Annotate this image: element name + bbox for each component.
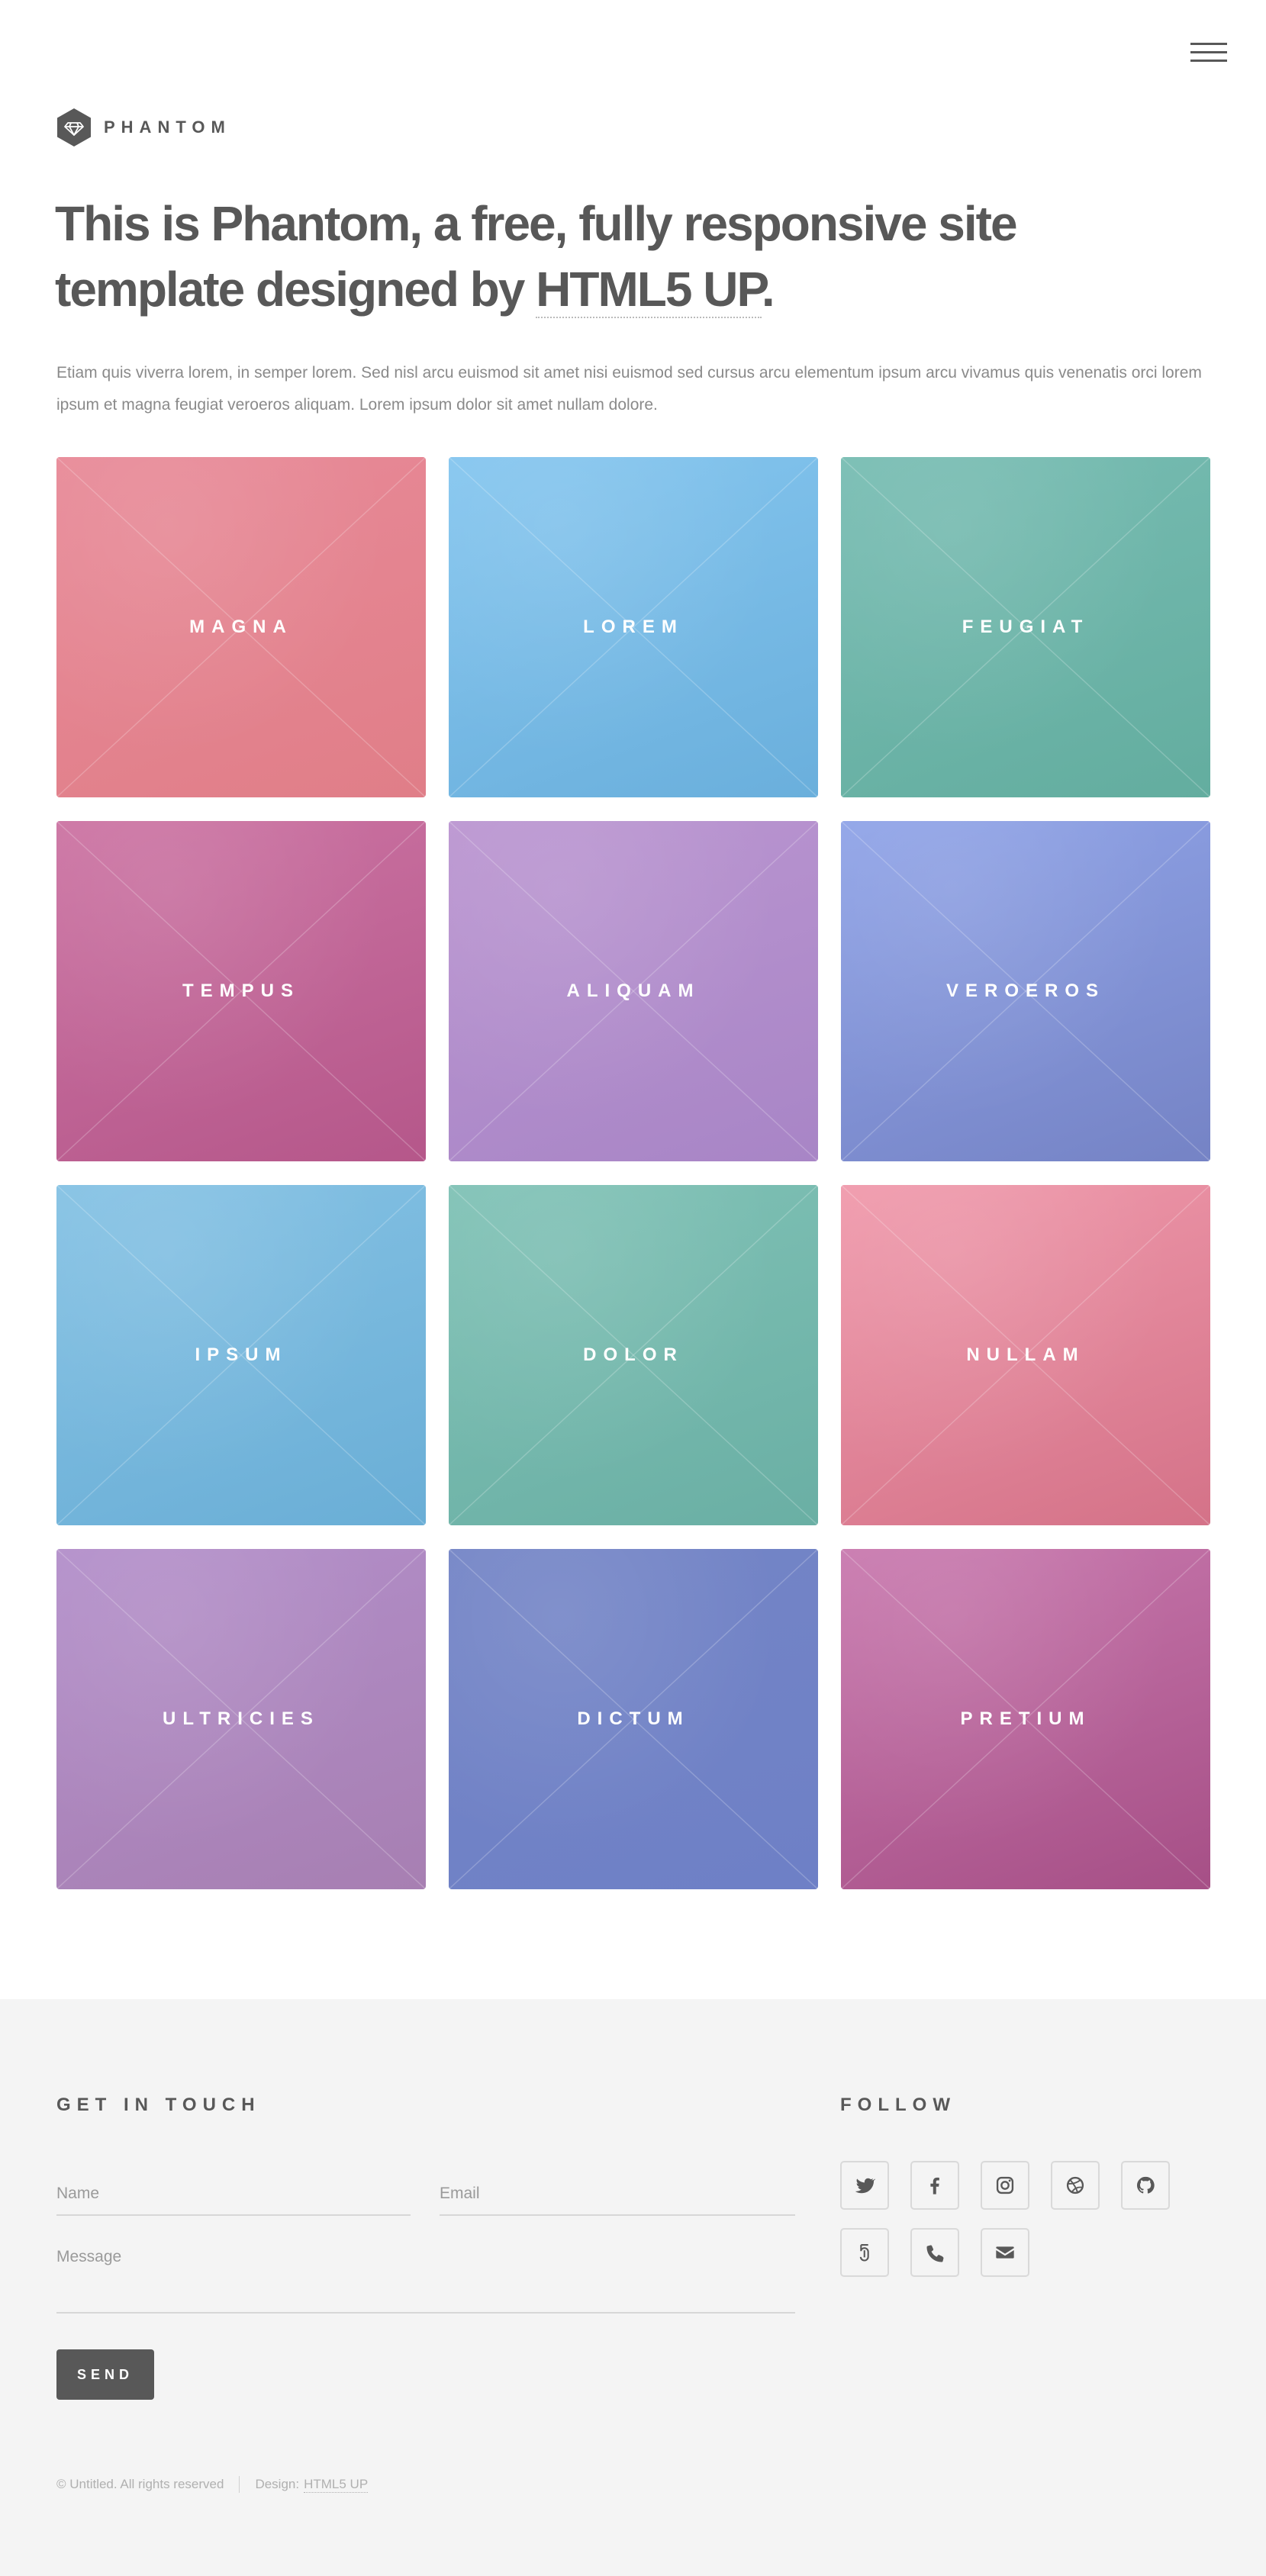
email-field[interactable] [440, 2173, 795, 2216]
headline-period: . [761, 262, 775, 317]
site-logo[interactable]: PHANTOM [56, 108, 231, 147]
dribbble-icon [1066, 2176, 1084, 2194]
tile-lorem[interactable]: LOREM [449, 457, 818, 797]
envelope-icon [996, 2246, 1014, 2259]
follow-title: FOLLOW [840, 2095, 956, 2115]
500px-icon [859, 2244, 869, 2262]
page-headline: This is Phantom, a free, fully responsiv… [55, 191, 1047, 322]
logo-text: PHANTOM [104, 118, 231, 137]
tile-label: VEROEROS [945, 980, 1106, 1001]
message-field[interactable] [56, 2243, 795, 2314]
diamond-hexagon-icon [57, 108, 91, 147]
copyright-bar: © Untitled. All rights reserved Design: … [56, 2476, 369, 2493]
tile-ipsum[interactable]: IPSUM [56, 1185, 426, 1525]
send-button[interactable]: SEND [56, 2349, 154, 2400]
500px-link[interactable] [840, 2228, 889, 2277]
name-field[interactable] [56, 2173, 411, 2216]
menu-line-top [1190, 43, 1227, 45]
tile-ultricies[interactable]: ULTRICIES [56, 1549, 426, 1889]
facebook-icon [930, 2177, 939, 2194]
tile-magna[interactable]: MAGNA [56, 457, 426, 797]
tile-pretium[interactable]: PRETIUM [841, 1549, 1210, 1889]
tile-label: ULTRICIES [163, 1708, 320, 1729]
facebook-link[interactable] [910, 2161, 959, 2210]
tile-dolor[interactable]: DOLOR [449, 1185, 818, 1525]
tile-dictum[interactable]: DICTUM [449, 1549, 818, 1889]
twitter-link[interactable] [840, 2161, 889, 2210]
tile-label: TEMPUS [182, 980, 300, 1001]
menu-line-bottom [1190, 60, 1227, 62]
tile-label: IPSUM [195, 1344, 288, 1365]
github-icon [1136, 2176, 1155, 2194]
menu-toggle-button[interactable] [1190, 38, 1229, 69]
dribbble-link[interactable] [1051, 2161, 1100, 2210]
tile-veroeros[interactable]: VEROEROS [841, 821, 1210, 1161]
github-link[interactable] [1121, 2161, 1170, 2210]
tile-label: NULLAM [966, 1344, 1085, 1365]
email-link[interactable] [981, 2228, 1029, 2277]
tile-feugiat[interactable]: FEUGIAT [841, 457, 1210, 797]
instagram-icon [996, 2176, 1014, 2194]
phone-link[interactable] [910, 2228, 959, 2277]
tile-label: FEUGIAT [962, 617, 1090, 637]
tile-aliquam[interactable]: ALIQUAM [449, 821, 818, 1161]
phone-icon [926, 2245, 944, 2262]
twitter-icon [855, 2178, 875, 2194]
tile-label: MAGNA [189, 617, 293, 637]
copyright-text: © Untitled. All rights reserved [56, 2477, 224, 2491]
instagram-link[interactable] [981, 2161, 1029, 2210]
design-credit-link[interactable]: HTML5 UP [304, 2477, 369, 2493]
contact-title: GET IN TOUCH [56, 2095, 261, 2115]
tile-label: DOLOR [583, 1344, 684, 1365]
tile-label: DICTUM [577, 1708, 690, 1729]
tile-label: ALIQUAM [566, 980, 701, 1001]
tile-nullam[interactable]: NULLAM [841, 1185, 1210, 1525]
tile-label: PRETIUM [960, 1708, 1091, 1729]
divider [239, 2476, 240, 2493]
intro-paragraph: Etiam quis viverra lorem, in semper lore… [56, 364, 1202, 414]
design-label: Design: [255, 2477, 300, 2491]
html5up-link[interactable]: HTML5 UP [536, 262, 763, 318]
tile-label: LOREM [583, 617, 684, 637]
tile-tempus[interactable]: TEMPUS [56, 821, 426, 1161]
menu-line-middle [1190, 51, 1227, 53]
